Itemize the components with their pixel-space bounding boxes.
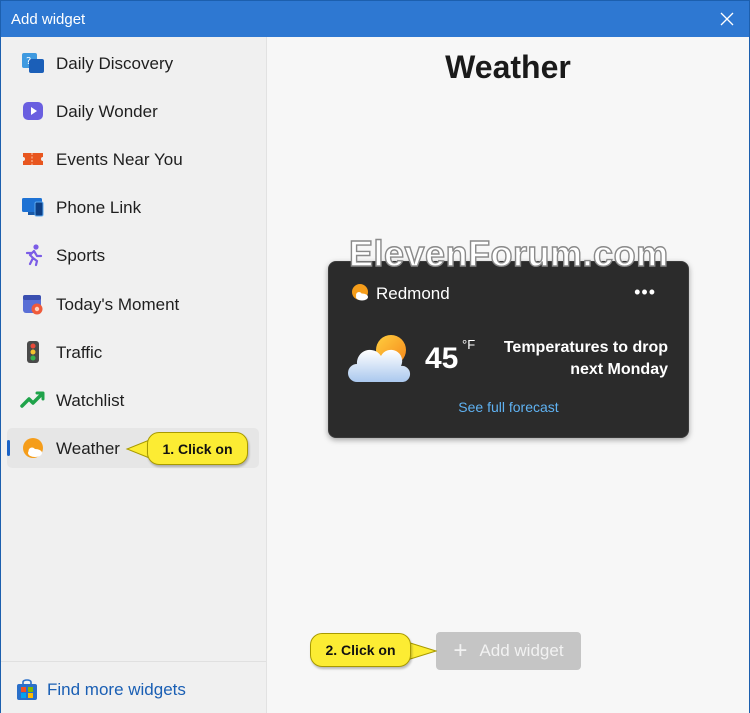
- sidebar-item-label: Sports: [56, 246, 106, 265]
- location-name: Redmond: [376, 284, 450, 303]
- sidebar-item-label: Phone Link: [56, 198, 142, 217]
- window-title: Add widget: [11, 11, 86, 28]
- sidebar-item-label: Traffic: [56, 343, 103, 362]
- sidebar-item-label: Today's Moment: [56, 295, 180, 314]
- sidebar-item-label: Watchlist: [56, 391, 125, 410]
- widget-list-sidebar: ? Daily Discovery Daily Wonder Events Ne…: [1, 37, 267, 713]
- find-more-label: Find more widgets: [47, 680, 186, 699]
- sidebar-item-phone-link[interactable]: Phone Link: [7, 187, 259, 227]
- sidebar-item-label: Daily Wonder: [56, 102, 158, 121]
- title-bar: Add widget: [1, 1, 749, 37]
- sidebar-item-daily-wonder[interactable]: Daily Wonder: [7, 91, 259, 131]
- find-more-widgets-link[interactable]: Find more widgets: [15, 677, 186, 703]
- page-title: Weather: [445, 49, 571, 85]
- weather-location-icon: [352, 284, 368, 301]
- svg-text:?: ?: [26, 56, 31, 67]
- phone-link-icon: [22, 198, 44, 217]
- store-icon: [17, 679, 37, 700]
- callout-pointer-2: [407, 641, 437, 661]
- sidebar-item-label: Weather: [56, 439, 120, 458]
- add-widget-button[interactable]: + Add widget: [436, 632, 581, 670]
- add-widget-label: Add widget: [479, 641, 564, 660]
- watermark: ElevenForum.com: [348, 232, 669, 274]
- more-options-icon: •••: [634, 282, 656, 302]
- events-ticket-icon: [23, 153, 43, 165]
- close-icon: [720, 12, 734, 26]
- callout-step-2: 2. Click on: [310, 633, 411, 667]
- see-full-forecast-link[interactable]: See full forecast: [329, 399, 688, 415]
- temperature-unit: °F: [462, 337, 476, 352]
- sidebar-divider: [1, 661, 266, 662]
- plus-icon: +: [453, 637, 468, 664]
- weather-sun-icon: [23, 438, 43, 458]
- sidebar-item-events-near-you[interactable]: Events Near You: [7, 139, 259, 179]
- sidebar-item-todays-moment[interactable]: Today's Moment: [7, 284, 259, 324]
- temperature-value: 45: [425, 342, 459, 375]
- callout-step-1: 1. Click on: [147, 432, 248, 465]
- sidebar-item-watchlist[interactable]: Watchlist: [7, 380, 259, 420]
- sidebar-item-label: Events Near You: [56, 150, 183, 169]
- sidebar-item-daily-discovery[interactable]: ? Daily Discovery: [7, 43, 259, 83]
- add-widget-window: Add widget ? Daily Discovery Daily Wonde…: [0, 0, 750, 713]
- forecast-summary: Temperatures to drop next Monday: [503, 339, 668, 378]
- sidebar-item-label: Daily Discovery: [56, 54, 174, 73]
- daily-wonder-icon: [23, 102, 43, 120]
- sidebar-item-sports[interactable]: Sports: [7, 235, 259, 275]
- selection-indicator: [7, 440, 10, 456]
- sidebar-item-traffic[interactable]: Traffic: [7, 332, 259, 372]
- sports-runner-icon: [25, 244, 43, 267]
- traffic-light-icon: [27, 341, 39, 363]
- partly-cloudy-icon: [348, 335, 411, 382]
- watchlist-chart-icon: [20, 391, 45, 408]
- daily-discovery-icon: ?: [22, 53, 44, 73]
- weather-widget-preview: Redmond ••• 45 °F Temperatures to drop n…: [328, 261, 689, 438]
- todays-moment-icon: [23, 295, 43, 315]
- close-button[interactable]: [705, 1, 749, 37]
